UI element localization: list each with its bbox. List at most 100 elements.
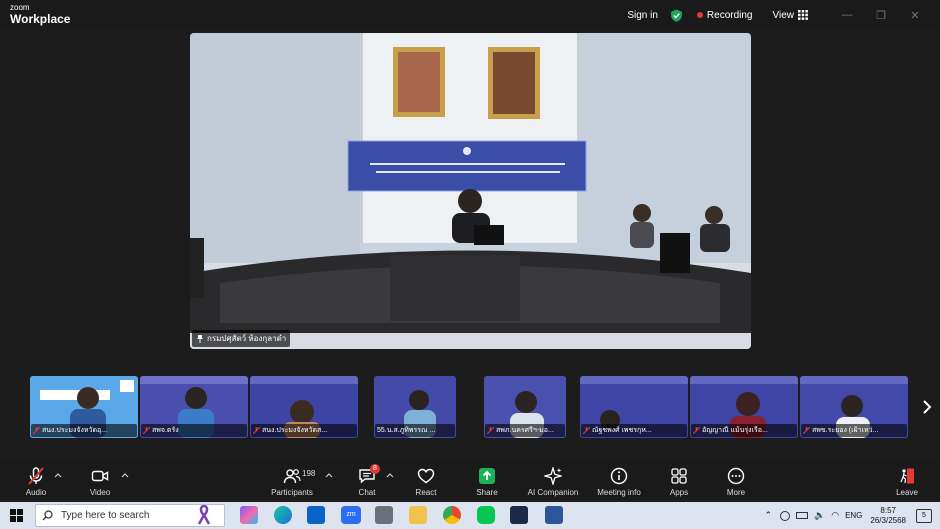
wifi-icon[interactable]: ◠ bbox=[831, 510, 839, 521]
active-speaker-video[interactable]: กรมปศุสัตว์ ห้องกุลาดำ bbox=[190, 33, 751, 349]
participant-filmstrip-center: สพภ.นครศรีฯ-มอ... bbox=[484, 376, 566, 438]
participant-label: อัญญาณี แม้นรุ่งเรือ... bbox=[691, 424, 797, 437]
participant-name: สนง.ประมงจังหวัดส... bbox=[262, 427, 328, 434]
participants-icon bbox=[283, 469, 301, 484]
video-options-chevron-icon[interactable] bbox=[121, 472, 129, 478]
clock-time: 8:57 bbox=[880, 505, 896, 515]
sign-in-link[interactable]: Sign in bbox=[627, 10, 658, 21]
share-screen-icon bbox=[479, 468, 495, 484]
speaker-name: กรมปศุสัตว์ ห้องกุลาดำ bbox=[207, 334, 287, 343]
participant-name: สพข.ระยอง (เฝ้าเหว่... bbox=[812, 427, 879, 434]
video-label: Video bbox=[89, 488, 111, 497]
restore-button[interactable]: ❐ bbox=[864, 9, 898, 22]
participant-tile[interactable]: 55.น.ส.ภูทิพรรณ ... bbox=[374, 376, 456, 438]
logo-top-text: zoom bbox=[10, 3, 30, 12]
participant-name: 55.น.ส.ภูทิพรรณ ... bbox=[377, 427, 436, 434]
view-button[interactable]: View bbox=[773, 10, 795, 21]
participants-count: 198 bbox=[302, 469, 316, 478]
taskbar-clock[interactable]: 8:57 26/3/2568 bbox=[870, 506, 906, 526]
info-icon bbox=[610, 467, 628, 485]
line-app-icon[interactable] bbox=[477, 506, 495, 524]
meeting-info-button[interactable]: Meeting info bbox=[593, 460, 645, 500]
muted-mic-icon bbox=[33, 427, 40, 434]
participant-name: สนง.ประมงจังหวัดอุ... bbox=[42, 427, 108, 434]
tray-overflow-chevron-icon[interactable]: ⌃ bbox=[764, 510, 772, 521]
participant-label: สนง.ประมงจังหวัดอุ... bbox=[31, 424, 137, 437]
share-label: Share bbox=[476, 488, 498, 497]
video-button[interactable]: Video bbox=[84, 460, 116, 500]
more-button[interactable]: More bbox=[721, 460, 751, 500]
video-camera-icon bbox=[91, 470, 109, 482]
participant-name: อัญญาณี แม้นรุ่งเรือ... bbox=[702, 427, 768, 434]
audio-button[interactable]: Audio bbox=[20, 460, 52, 500]
chrome-browser-icon[interactable] bbox=[443, 506, 461, 524]
zoom-app-icon[interactable]: zm bbox=[341, 506, 361, 524]
participant-tile[interactable]: อัญญาณี แม้นรุ่งเรือ... bbox=[690, 376, 798, 438]
participant-tile[interactable]: ณัฐชพงศ์ เพชรกุห... bbox=[580, 376, 688, 438]
calculator-app-icon[interactable] bbox=[375, 506, 393, 524]
encryption-shield-icon[interactable] bbox=[670, 9, 683, 22]
speaker-icon[interactable]: 🔈 bbox=[814, 510, 825, 521]
logo-bottom-text: Workplace bbox=[10, 12, 71, 26]
participant-label: สพจ.ตรัง bbox=[141, 424, 247, 437]
participant-filmstrip-middle: 55.น.ส.ภูทิพรรณ ... bbox=[374, 376, 456, 438]
apps-button[interactable]: Apps bbox=[664, 460, 694, 500]
leave-button[interactable]: Leave bbox=[892, 460, 922, 500]
participant-name: สพจ.ตรัง bbox=[152, 427, 179, 434]
participant-tile[interactable]: สพข.ระยอง (เฝ้าเหว่... bbox=[800, 376, 908, 438]
muted-mic-icon bbox=[803, 427, 810, 434]
battery-icon[interactable] bbox=[795, 512, 808, 519]
participant-label: สพข.ระยอง (เฝ้าเหว่... bbox=[801, 424, 907, 437]
outlook-app-icon[interactable] bbox=[307, 506, 325, 524]
chat-label: Chat bbox=[358, 488, 376, 497]
audio-options-chevron-icon[interactable] bbox=[54, 472, 62, 478]
react-label: React bbox=[415, 488, 437, 497]
minimize-button[interactable]: — bbox=[830, 9, 864, 21]
ai-companion-button[interactable]: AI Companion bbox=[524, 460, 582, 500]
participant-label: 55.น.ส.ภูทิพรรณ ... bbox=[375, 424, 455, 437]
participant-label: สพภ.นครศรีฯ-มอ... bbox=[485, 424, 565, 437]
sparkle-icon bbox=[544, 467, 562, 485]
file-explorer-icon[interactable] bbox=[409, 506, 427, 524]
next-page-arrow-icon[interactable] bbox=[920, 398, 934, 416]
conference-room-scene bbox=[190, 33, 751, 349]
more-label: More bbox=[726, 488, 746, 497]
media-app-icon[interactable] bbox=[510, 506, 528, 524]
participant-name: สพภ.นครศรีฯ-มอ... bbox=[496, 427, 554, 434]
participant-tile[interactable]: สพจ.ตรัง bbox=[140, 376, 248, 438]
zoom-logo: zoom Workplace bbox=[10, 3, 71, 26]
grid-view-icon[interactable] bbox=[798, 10, 808, 20]
participants-button[interactable]: Participants bbox=[268, 460, 316, 500]
more-dots-icon bbox=[727, 467, 745, 485]
participant-tile[interactable]: สนง.ประมงจังหวัดอุ... bbox=[30, 376, 138, 438]
system-tray: ⌃ 🔈 ◠ ENG 8:57 26/3/2568 5 bbox=[764, 502, 940, 529]
close-window-button[interactable]: ✕ bbox=[898, 9, 932, 22]
windows-start-icon[interactable] bbox=[10, 509, 23, 522]
chat-options-chevron-icon[interactable] bbox=[386, 472, 394, 478]
apps-label: Apps bbox=[669, 488, 689, 497]
edge-browser-icon[interactable] bbox=[274, 506, 292, 524]
participants-options-chevron-icon[interactable] bbox=[325, 472, 333, 478]
language-indicator[interactable]: ENG bbox=[845, 511, 862, 520]
webcam-tray-icon[interactable] bbox=[779, 510, 790, 521]
participant-label: ณัฐชพงศ์ เพชรกุห... bbox=[581, 424, 687, 437]
participant-tile[interactable]: สพภ.นครศรีฯ-มอ... bbox=[484, 376, 566, 438]
pin-icon bbox=[197, 334, 203, 343]
recording-indicator[interactable]: Recording bbox=[707, 10, 753, 21]
title-bar: zoom Workplace Sign in Recording View — … bbox=[0, 0, 940, 30]
meeting-info-label: Meeting info bbox=[597, 488, 641, 497]
participant-name: ณัฐชพงศ์ เพชรกุห... bbox=[592, 427, 652, 434]
participant-label: สนง.ประมงจังหวัดส... bbox=[251, 424, 357, 437]
participant-tile[interactable]: สนง.ประมงจังหวัดส... bbox=[250, 376, 358, 438]
awareness-ribbon-icon bbox=[197, 505, 211, 525]
react-button[interactable]: React bbox=[410, 460, 442, 500]
word-app-icon[interactable] bbox=[545, 506, 563, 524]
participant-filmstrip-right: ณัฐชพงศ์ เพชรกุห... อัญญาณี แม้นรุ่งเรือ… bbox=[580, 376, 908, 438]
muted-mic-icon bbox=[28, 467, 44, 485]
windows-taskbar: Type here to search zm ⌃ 🔈 ◠ ENG 8:57 26… bbox=[0, 502, 940, 529]
chat-unread-badge: 8 bbox=[370, 464, 380, 474]
copilot-app-icon[interactable] bbox=[240, 506, 258, 524]
share-button[interactable]: Share bbox=[472, 460, 502, 500]
leave-label: Leave bbox=[896, 488, 918, 497]
notification-center-icon[interactable]: 5 bbox=[916, 508, 932, 523]
